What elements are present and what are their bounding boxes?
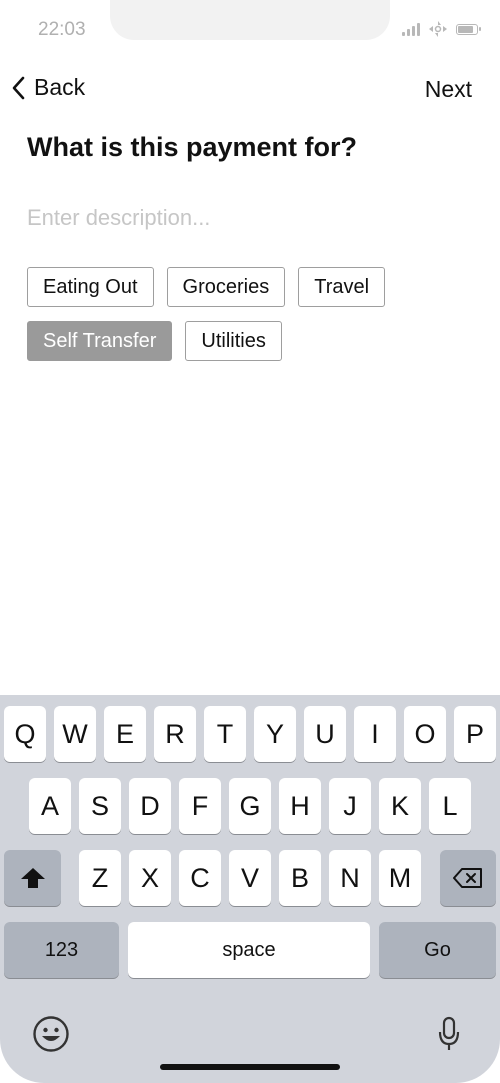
key-m[interactable]: M [379, 850, 421, 906]
go-key[interactable]: Go [379, 922, 496, 978]
key-f[interactable]: F [179, 778, 221, 834]
category-chip[interactable]: Groceries [166, 267, 286, 307]
shift-key[interactable] [4, 850, 61, 906]
key-y[interactable]: Y [254, 706, 296, 762]
key-i[interactable]: I [354, 706, 396, 762]
key-x[interactable]: X [129, 850, 171, 906]
key-k[interactable]: K [379, 778, 421, 834]
key-h[interactable]: H [279, 778, 321, 834]
back-button-label: Back [34, 74, 86, 100]
key-u[interactable]: U [304, 706, 346, 762]
category-chip[interactable]: Travel [298, 267, 386, 307]
back-button[interactable]: Back [12, 74, 85, 101]
key-r[interactable]: R [154, 706, 196, 762]
category-chip[interactable]: Utilities [185, 321, 282, 361]
key-a[interactable]: A [29, 778, 71, 834]
key-z[interactable]: Z [79, 850, 121, 906]
key-g[interactable]: G [229, 778, 271, 834]
description-input[interactable] [27, 198, 467, 238]
wifi-icon [429, 21, 447, 37]
category-chips: Eating Out Groceries Travel Self Transfer Ut… [27, 267, 467, 361]
device-notch [110, 0, 390, 40]
signal-icon [402, 22, 420, 36]
dictation-key[interactable] [434, 1013, 464, 1055]
next-button[interactable]: Next [425, 76, 472, 103]
status-time: 22:03 [38, 19, 86, 40]
category-chip[interactable]: Eating Out [27, 267, 154, 307]
status-icons [402, 20, 481, 38]
on-screen-keyboard: 123 space Go QWERTYUIOP ASDFGHJKL ZXCVBNM [0, 695, 500, 1083]
emoji-key[interactable] [30, 1013, 72, 1055]
page-title: What is this payment for? [27, 132, 358, 162]
key-q[interactable]: Q [4, 706, 46, 762]
chevron-left-icon [12, 76, 25, 99]
backspace-icon [453, 868, 482, 888]
key-n[interactable]: N [329, 850, 371, 906]
category-chip[interactable]: Self Transfer [27, 321, 173, 361]
home-indicator [160, 1064, 340, 1070]
key-v[interactable]: V [229, 850, 271, 906]
key-t[interactable]: T [204, 706, 246, 762]
key-d[interactable]: D [129, 778, 171, 834]
key-b[interactable]: B [279, 850, 321, 906]
numbers-key[interactable]: 123 [4, 922, 119, 978]
microphone-icon [438, 1016, 460, 1050]
key-c[interactable]: C [179, 850, 221, 906]
key-e[interactable]: E [104, 706, 146, 762]
battery-icon [456, 23, 481, 35]
shift-icon [20, 868, 45, 888]
key-s[interactable]: S [79, 778, 121, 834]
emoji-icon [33, 1016, 69, 1052]
key-p[interactable]: P [454, 706, 496, 762]
key-w[interactable]: W [54, 706, 96, 762]
key-j[interactable]: J [329, 778, 371, 834]
space-key[interactable]: space [128, 922, 370, 978]
key-o[interactable]: O [404, 706, 446, 762]
backspace-key[interactable] [440, 850, 496, 906]
key-l[interactable]: L [429, 778, 471, 834]
